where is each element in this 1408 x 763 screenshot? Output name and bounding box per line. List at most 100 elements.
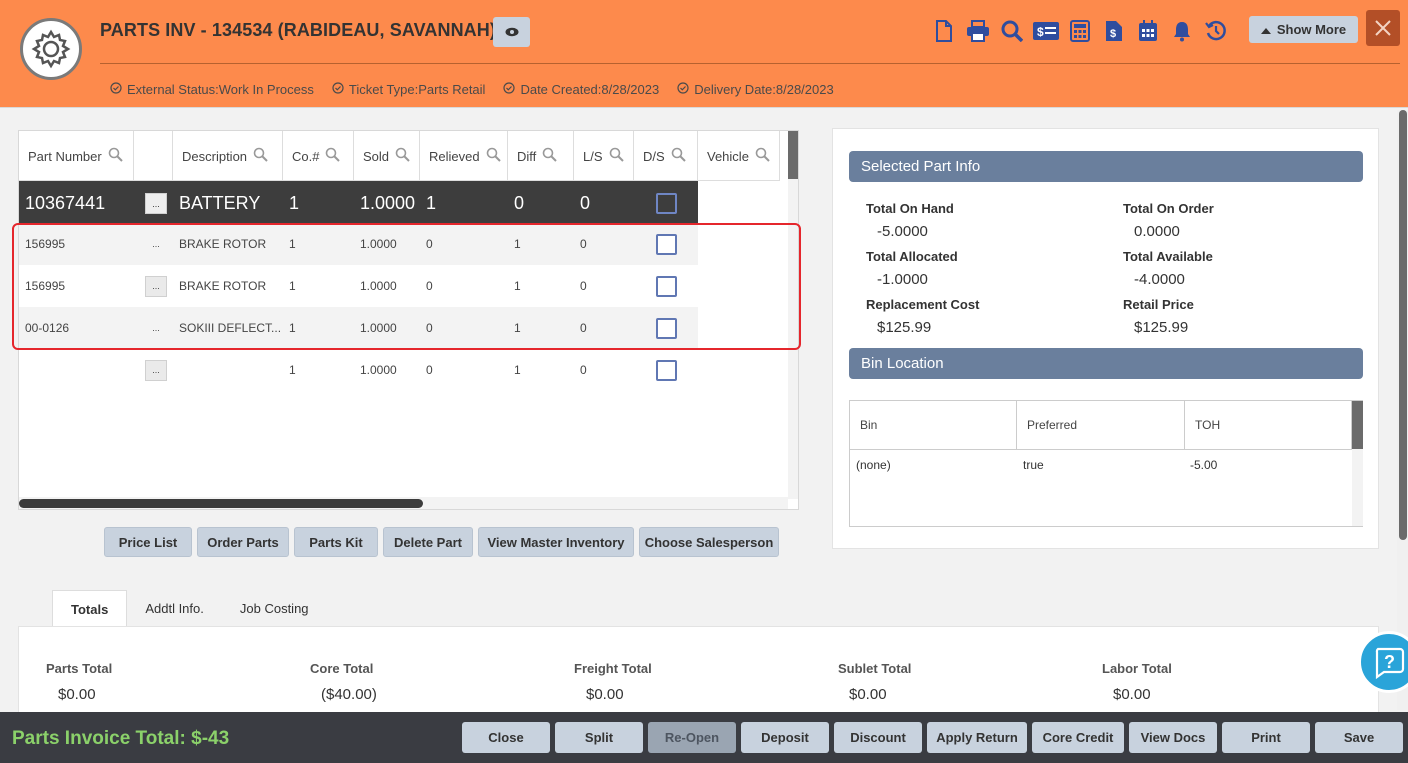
row-options-button[interactable]: ... bbox=[145, 318, 167, 339]
bin-col-preferred[interactable]: Preferred bbox=[1017, 401, 1185, 450]
col-ls[interactable]: L/S bbox=[574, 131, 634, 181]
row-options-button[interactable]: ... bbox=[145, 234, 167, 255]
row-options-button[interactable]: ... bbox=[145, 359, 167, 381]
save-button[interactable]: Save bbox=[1315, 722, 1403, 753]
cell-options: ... bbox=[134, 265, 173, 307]
col-sold[interactable]: Sold bbox=[354, 131, 420, 181]
check-circle-icon bbox=[110, 82, 122, 97]
tab-totals[interactable]: Totals bbox=[52, 590, 128, 627]
ds-checkbox[interactable] bbox=[656, 193, 677, 214]
cell-ds bbox=[634, 181, 698, 226]
bin-scroll-thumb[interactable] bbox=[1352, 401, 1363, 449]
table-row[interactable]: 156995 ... BRAKE ROTOR 1 1.0000 0 1 0 bbox=[19, 265, 698, 307]
col-description[interactable]: Description bbox=[173, 131, 283, 181]
order-parts-button[interactable]: Order Parts bbox=[197, 527, 289, 557]
core-total-label: Core Total bbox=[310, 661, 374, 676]
gear-logo-icon bbox=[20, 18, 82, 80]
choose-salesperson-button[interactable]: Choose Salesperson bbox=[639, 527, 779, 557]
discount-button[interactable]: Discount bbox=[834, 722, 922, 753]
price-list-button[interactable]: Price List bbox=[104, 527, 192, 557]
search-icon[interactable] bbox=[108, 147, 123, 165]
view-eye-button[interactable] bbox=[493, 17, 530, 47]
tab-addtl-info[interactable]: Addtl Info. bbox=[127, 590, 222, 627]
close-button[interactable]: Close bbox=[462, 722, 550, 753]
show-more-button[interactable]: Show More bbox=[1249, 16, 1358, 43]
delete-part-button[interactable]: Delete Part bbox=[383, 527, 473, 557]
footer-bar: Parts Invoice Total: $-43 Close Split Re… bbox=[0, 712, 1408, 763]
grid-horizontal-scrollbar[interactable] bbox=[19, 497, 788, 509]
cell-part-number: 156995 bbox=[25, 279, 66, 293]
invoice-total: Parts Invoice Total: $-43 bbox=[12, 728, 230, 749]
invoice-dollar-icon[interactable]: $ bbox=[1097, 16, 1131, 46]
search-icon[interactable] bbox=[325, 147, 341, 165]
ds-checkbox[interactable] bbox=[656, 233, 677, 255]
document-icon[interactable] bbox=[927, 16, 961, 46]
table-row-selected[interactable]: 10367441 ... BATTERY 1 1.0000 1 0 0 bbox=[19, 181, 698, 226]
table-row[interactable]: 00-0126 ... SOKIII DEFLECT... 1 1.0000 0… bbox=[19, 307, 698, 349]
split-button[interactable]: Split bbox=[555, 722, 643, 753]
status-external: External Status:Work In Process bbox=[110, 82, 314, 97]
calculator-icon[interactable] bbox=[1063, 16, 1097, 46]
cell-description: BRAKE ROTOR bbox=[179, 279, 267, 293]
print-button[interactable]: Print bbox=[1222, 722, 1310, 753]
history-icon[interactable] bbox=[1199, 16, 1233, 46]
parts-total-value: $0.00 bbox=[58, 686, 96, 703]
cell-co: 1 bbox=[289, 193, 300, 213]
printer-icon[interactable] bbox=[961, 16, 995, 46]
search-icon[interactable] bbox=[253, 147, 268, 165]
search-icon[interactable] bbox=[609, 147, 624, 165]
deposit-button[interactable]: Deposit bbox=[741, 722, 829, 753]
cell-description: SOKIII DEFLECT... bbox=[179, 321, 282, 335]
search-icon[interactable] bbox=[486, 147, 501, 165]
calendar-icon[interactable] bbox=[1131, 16, 1165, 46]
row-options-button[interactable]: ... bbox=[145, 193, 167, 214]
col-relieved[interactable]: Relieved bbox=[420, 131, 508, 181]
core-credit-button[interactable]: Core Credit bbox=[1032, 722, 1124, 753]
bell-icon[interactable] bbox=[1165, 16, 1199, 46]
ds-checkbox[interactable] bbox=[656, 359, 677, 381]
col-co[interactable]: Co.# bbox=[283, 131, 354, 181]
bin-col-bin[interactable]: Bin bbox=[850, 401, 1017, 450]
close-window-button[interactable] bbox=[1366, 10, 1400, 46]
search-icon[interactable] bbox=[395, 147, 410, 165]
row-options-button[interactable]: ... bbox=[145, 275, 167, 297]
grid-horizontal-scroll-thumb[interactable] bbox=[19, 499, 423, 508]
col-ds[interactable]: D/S bbox=[634, 131, 698, 181]
total-on-order-value: 0.0000 bbox=[1134, 223, 1180, 240]
cell-sold: 1.0000 bbox=[360, 193, 416, 213]
page-scrollbar[interactable] bbox=[1397, 110, 1408, 710]
col-diff[interactable]: Diff bbox=[508, 131, 574, 181]
bin-scrollbar[interactable] bbox=[1352, 401, 1363, 526]
money-card-icon[interactable]: $ bbox=[1029, 16, 1063, 46]
apply-return-button[interactable]: Apply Return bbox=[927, 722, 1027, 753]
view-master-inventory-button[interactable]: View Master Inventory bbox=[478, 527, 634, 557]
ds-checkbox[interactable] bbox=[656, 317, 677, 339]
cell-co: 1 bbox=[289, 363, 296, 377]
tab-job-costing[interactable]: Job Costing bbox=[222, 590, 327, 627]
table-row-new[interactable]: ... 1 1.0000 0 1 0 bbox=[19, 349, 698, 391]
cell-description bbox=[173, 349, 283, 391]
search-icon[interactable] bbox=[755, 147, 770, 165]
check-circle-icon bbox=[503, 82, 516, 97]
grid-vertical-scrollbar[interactable] bbox=[788, 131, 798, 499]
search-icon[interactable] bbox=[995, 16, 1029, 46]
col-part-number[interactable]: Part Number bbox=[19, 131, 134, 181]
table-row[interactable]: 156995 ... BRAKE ROTOR 1 1.0000 0 1 0 bbox=[19, 223, 698, 265]
col-options bbox=[134, 131, 173, 181]
col-vehicle[interactable]: Vehicle bbox=[698, 131, 780, 181]
ds-checkbox[interactable] bbox=[656, 275, 677, 297]
search-icon[interactable] bbox=[542, 147, 557, 165]
sublet-total-label: Sublet Total bbox=[838, 661, 912, 676]
cell-diff: 1 bbox=[514, 279, 521, 293]
grid-vertical-scroll-thumb[interactable] bbox=[788, 131, 798, 179]
cell-relieved: 1 bbox=[426, 193, 437, 213]
retail-price-value: $125.99 bbox=[1134, 319, 1189, 336]
parts-kit-button[interactable]: Parts Kit bbox=[294, 527, 378, 557]
bin-col-toh[interactable]: TOH bbox=[1185, 401, 1352, 450]
view-docs-button[interactable]: View Docs bbox=[1129, 722, 1217, 753]
check-circle-icon bbox=[677, 82, 689, 97]
bin-cell-preferred: true bbox=[1023, 458, 1044, 472]
reopen-button[interactable]: Re-Open bbox=[648, 722, 736, 753]
page-scroll-thumb[interactable] bbox=[1399, 110, 1407, 540]
search-icon[interactable] bbox=[671, 147, 686, 165]
